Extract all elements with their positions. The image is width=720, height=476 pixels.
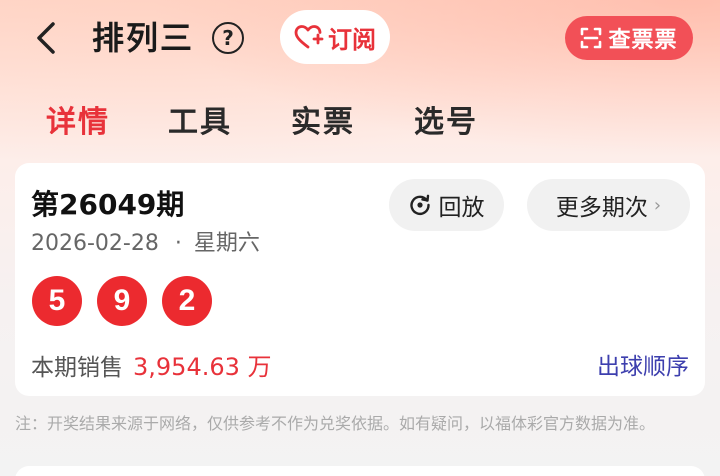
chevron-right-icon: › <box>653 194 662 216</box>
sales-info: 本期销售 3,954.63 万 <box>31 347 272 382</box>
date-separator: · <box>174 231 182 256</box>
number-ball: 2 <box>162 276 212 326</box>
tab-real-tickets[interactable]: 实票 <box>291 100 355 150</box>
number-ball: 9 <box>97 276 147 326</box>
header: 排列三 ? 订阅 查票票 <box>0 0 720 80</box>
draw-result-card: 第26049期 2026-02-28 · 星期六 回放 更多期次 › 5 9 2 本… <box>15 163 705 396</box>
disclaimer-note: 注：开奖结果来源于网络，仅供参考不作为兑奖依据。如有疑问，以福体彩官方数据为准。 <box>15 414 656 433</box>
help-button[interactable]: ? <box>212 22 244 54</box>
number-ball: 5 <box>32 276 82 326</box>
scan-icon <box>581 27 602 49</box>
tab-tools[interactable]: 工具 <box>168 100 232 150</box>
tab-bar: 详情 工具 实票 选号 <box>0 100 720 150</box>
winning-numbers: 5 9 2 <box>32 276 212 326</box>
replay-label: 回放 <box>438 195 485 221</box>
replay-icon <box>409 194 430 216</box>
draw-order-link[interactable]: 出球顺序 <box>597 347 689 381</box>
check-ticket-button[interactable]: 查票票 <box>565 16 693 60</box>
tab-details[interactable]: 详情 <box>46 100 110 150</box>
page-title: 排列三 <box>92 19 195 57</box>
heart-plus-icon <box>294 25 324 49</box>
check-ticket-label: 查票票 <box>608 28 678 53</box>
sales-amount: 3,954.63 万 <box>133 353 272 381</box>
sales-label: 本期销售 <box>31 355 123 381</box>
chevron-left-icon <box>37 22 55 54</box>
back-button[interactable] <box>28 18 64 58</box>
more-issues-label: 更多期次 <box>555 195 648 221</box>
question-circle-icon: ? <box>222 26 234 50</box>
draw-weekday: 星期六 <box>193 231 260 256</box>
next-card <box>15 466 705 476</box>
more-issues-button[interactable]: 更多期次 › <box>527 179 690 231</box>
tab-pick-numbers[interactable]: 选号 <box>414 100 478 150</box>
replay-button[interactable]: 回放 <box>389 179 504 231</box>
subscribe-button[interactable]: 订阅 <box>280 10 390 64</box>
subscribe-label: 订阅 <box>328 25 376 54</box>
draw-date-line: 2026-02-28 · 星期六 <box>31 225 260 257</box>
draw-date: 2026-02-28 <box>31 231 159 256</box>
issue-number: 第26049期 <box>31 188 185 221</box>
